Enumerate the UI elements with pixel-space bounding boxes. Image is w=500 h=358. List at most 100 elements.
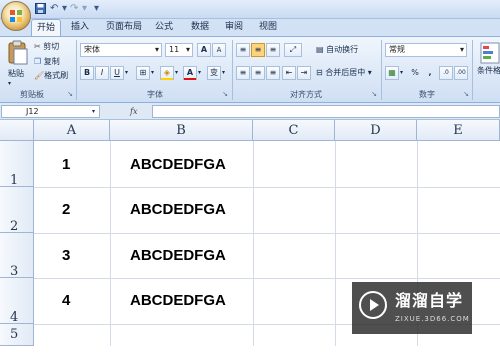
underline-dropdown-icon[interactable]: ▾	[125, 66, 132, 80]
column-header-c[interactable]: C	[253, 120, 335, 141]
wrap-text-label: 自动换行	[326, 45, 359, 54]
insert-function-button[interactable]: fx	[110, 105, 150, 118]
align-left-icon[interactable]: ≡	[236, 66, 250, 80]
number-format-select[interactable]: 常规 ▾	[385, 43, 467, 57]
watermark-title: 溜溜自学	[395, 291, 464, 310]
align-top-icon[interactable]: ≡	[236, 43, 250, 57]
formula-input[interactable]	[152, 105, 500, 118]
cut-label: 剪切	[43, 42, 60, 51]
tab-page-layout[interactable]: 页面布局	[102, 19, 146, 36]
name-box-dropdown-icon[interactable]: ▾	[92, 105, 100, 119]
underline-button[interactable]: U	[110, 66, 124, 80]
group-separator	[381, 40, 382, 100]
align-right-icon[interactable]: ≡	[266, 66, 280, 80]
orientation-icon[interactable]: ⤢	[284, 43, 302, 57]
shrink-font-button[interactable]: A	[212, 43, 226, 57]
merge-center-button[interactable]: ⊟ 合并后居中 ▾	[316, 66, 372, 80]
conditional-format-icon[interactable]	[480, 42, 500, 64]
clipboard-group-label: 剪贴板	[20, 90, 44, 99]
row-header-2[interactable]: 2	[0, 187, 34, 234]
group-separator	[76, 40, 77, 100]
alignment-launcher-icon[interactable]: ↘	[370, 90, 378, 98]
font-color-dropdown-icon[interactable]: ▾	[198, 66, 205, 80]
align-center-icon[interactable]: ≡	[251, 66, 265, 80]
cell-a2[interactable]: 2	[62, 201, 70, 218]
cell-a1[interactable]: 1	[62, 156, 70, 173]
number-group-label: 数字	[419, 90, 435, 99]
cell-b3[interactable]: ABCDEDFGA	[130, 247, 226, 264]
wrap-text-icon: ▤	[316, 45, 324, 54]
tab-review[interactable]: 审阅	[220, 19, 248, 36]
chevron-down-icon: ▾	[185, 45, 190, 54]
name-box[interactable]: J12	[1, 105, 100, 118]
tab-data[interactable]: 数据	[186, 19, 214, 36]
alignment-group-label: 对齐方式	[290, 90, 322, 99]
font-size-value: 11	[169, 45, 180, 54]
font-name-select[interactable]: 宋体 ▾	[80, 43, 162, 57]
font-size-select[interactable]: 11 ▾	[165, 43, 193, 57]
chevron-down-icon: ▾	[367, 68, 372, 77]
comma-button[interactable]: ,	[424, 66, 436, 80]
select-all-corner[interactable]	[0, 120, 34, 141]
percent-button[interactable]: %	[409, 66, 421, 80]
chevron-down-icon: ▾	[154, 45, 159, 54]
decrease-decimal-icon[interactable]: .00	[454, 66, 468, 80]
row-header-1[interactable]: 1	[0, 141, 34, 188]
cut-button[interactable]: ✂ 剪切	[34, 40, 59, 54]
row-header-4[interactable]: 4	[0, 278, 34, 325]
office-button[interactable]	[1, 1, 31, 31]
cell-b4[interactable]: ABCDEDFGA	[130, 292, 226, 309]
row-header-3[interactable]: 3	[0, 233, 34, 279]
cell-a4[interactable]: 4	[62, 292, 70, 309]
phonetic-button[interactable]: 变	[207, 66, 221, 80]
clipboard-launcher-icon[interactable]: ↘	[66, 90, 74, 98]
borders-dropdown-icon[interactable]: ▾	[151, 66, 158, 80]
redo-dropdown-icon[interactable]: ▾	[82, 3, 90, 15]
align-middle-icon[interactable]: ≡	[251, 43, 265, 57]
column-header-e[interactable]: E	[417, 120, 500, 141]
align-bottom-icon[interactable]: ≡	[266, 43, 280, 57]
cut-icon: ✂	[34, 42, 41, 51]
bold-button[interactable]: B	[80, 66, 94, 80]
currency-icon[interactable]: ▦	[385, 66, 399, 80]
tab-insert[interactable]: 插入	[66, 19, 94, 36]
insert-function-icon: fx	[130, 107, 138, 116]
wrap-text-button[interactable]: ▤ 自动换行	[316, 43, 358, 57]
office-logo-icon	[10, 10, 22, 22]
cell-b2[interactable]: ABCDEDFGA	[130, 201, 226, 218]
currency-dropdown-icon[interactable]: ▾	[400, 66, 407, 80]
row-header-5[interactable]: 5	[0, 324, 34, 346]
grow-font-button[interactable]: A	[197, 43, 211, 57]
gridline	[253, 141, 254, 346]
increase-indent-icon[interactable]: ⇥	[297, 66, 311, 80]
tab-home[interactable]: 开始	[31, 19, 61, 36]
watermark-subtitle: ZIXUE.3D66.COM	[395, 315, 470, 323]
format-painter-button[interactable]: 🖌格式刷	[34, 69, 68, 83]
copy-button[interactable]: ❐ 复制	[34, 55, 60, 69]
column-header-a[interactable]: A	[34, 120, 110, 141]
gridline	[335, 141, 336, 346]
italic-button[interactable]: I	[95, 66, 109, 80]
tab-formulas[interactable]: 公式	[150, 19, 178, 36]
phonetic-dropdown-icon[interactable]: ▾	[222, 66, 229, 80]
increase-decimal-icon[interactable]: .0	[439, 66, 453, 80]
column-header-d[interactable]: D	[335, 120, 417, 141]
number-launcher-icon[interactable]: ↘	[462, 90, 470, 98]
gridline	[34, 187, 500, 188]
undo-dropdown-icon[interactable]: ▾	[62, 3, 70, 15]
group-separator	[472, 40, 473, 100]
format-painter-icon: 🖌	[34, 71, 45, 80]
column-header-b[interactable]: B	[110, 120, 253, 141]
font-launcher-icon[interactable]: ↘	[221, 90, 229, 98]
cell-a3[interactable]: 3	[62, 247, 70, 264]
fill-color-dropdown-icon[interactable]: ▾	[175, 66, 182, 80]
tab-view[interactable]: 视图	[254, 19, 282, 36]
cell-b1[interactable]: ABCDEDFGA	[130, 156, 226, 173]
decrease-indent-icon[interactable]: ⇤	[282, 66, 296, 80]
conditional-format-button[interactable]: 条件格	[477, 64, 500, 78]
font-group-label: 字体	[147, 90, 163, 99]
borders-icon[interactable]: ⊞	[136, 66, 150, 80]
paste-icon[interactable]	[6, 40, 30, 66]
customize-qat-icon[interactable]: ▾	[94, 3, 102, 15]
save-icon[interactable]	[35, 3, 47, 15]
